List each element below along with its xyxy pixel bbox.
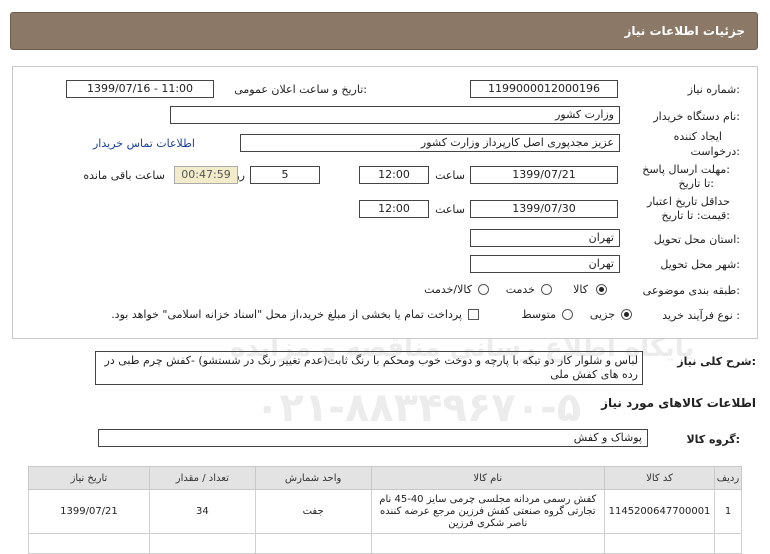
- process-radio-medium[interactable]: [562, 309, 573, 320]
- remaining-label: ساعت باقی مانده: [83, 169, 165, 182]
- description-box: لباس و شلوار کار دو تیکه با پارچه و دوخت…: [95, 351, 643, 385]
- category-label: طبقه بندی موضوعی:: [642, 284, 740, 297]
- header-row-number: ردیف: [714, 466, 742, 490]
- creator-label-1: ایجاد کننده: [673, 130, 722, 143]
- header-quantity: تعداد / مقدار: [148, 466, 256, 490]
- need-number-field: 1199000012000196: [470, 80, 618, 98]
- buyer-field: وزارت کشور: [170, 106, 620, 124]
- creator-label-2: درخواست:: [690, 145, 741, 158]
- deadline-time-label: ساعت: [435, 169, 465, 182]
- buyer-label: نام دستگاه خریدار:: [653, 110, 740, 123]
- deadline-label-2: تا تاریخ:: [678, 177, 714, 190]
- process-option-minor: جزیی: [589, 308, 615, 321]
- process-radio-minor[interactable]: [621, 309, 632, 320]
- days-field: 5: [250, 166, 320, 184]
- cell-need-date: 1399/07/21: [28, 489, 150, 534]
- cell-row-number: 1: [714, 489, 742, 534]
- header-need-date: تاریخ نیاز: [28, 466, 150, 490]
- process-label: نوع فرآیند خرید :: [662, 309, 740, 322]
- category-radio-service[interactable]: [541, 284, 552, 295]
- category-radio-goods[interactable]: [596, 284, 607, 295]
- contact-buyer-link[interactable]: اطلاعات تماس خریدار: [93, 137, 195, 150]
- header-unit: واحد شمارش: [254, 466, 372, 490]
- deadline-label-1: مهلت ارسال پاسخ:: [642, 163, 730, 176]
- page-header: جزئیات اطلاعات نیاز: [10, 12, 758, 50]
- header-item-code: کد کالا: [604, 466, 716, 490]
- province-field: تهران: [470, 229, 620, 247]
- announce-field: 1399/07/16 - 11:00: [66, 80, 214, 98]
- validity-date-field: 1399/07/30: [470, 200, 618, 218]
- category-option-service: خدمت: [505, 283, 535, 296]
- cell-item-name: کفش رسمی مردانه مجلسی چرمی سایز 40-45 نا…: [370, 489, 606, 534]
- cell-unit: جفت: [254, 489, 372, 534]
- items-table-header: ردیف کد کالا نام کالا واحد شمارش تعداد /…: [28, 466, 742, 490]
- goods-group-label: گروه کالا:: [686, 433, 740, 446]
- category-option-both: کالا/خدمت: [424, 283, 472, 296]
- table-row-partial: [28, 533, 742, 554]
- announce-label: تاریخ و ساعت اعلان عمومی:: [234, 83, 367, 96]
- category-radio-both[interactable]: [478, 284, 489, 295]
- validity-time-label: ساعت: [435, 203, 465, 216]
- items-table: ردیف کد کالا نام کالا واحد شمارش تعداد /…: [28, 466, 742, 554]
- goods-section-title: اطلاعات کالاهای مورد نیاز: [601, 396, 756, 410]
- need-number-label: شماره نیاز:: [687, 83, 740, 96]
- deadline-time-field: 12:00: [359, 166, 429, 184]
- page-title: جزئیات اطلاعات نیاز: [624, 24, 745, 38]
- goods-group-field: پوشاک و کفش: [98, 429, 648, 447]
- validity-label-1: حداقل تاریخ اعتبار: [646, 195, 730, 208]
- city-label: شهر محل تحویل:: [660, 258, 740, 271]
- province-label: استان محل تحویل:: [653, 233, 740, 246]
- treasury-payment-note: پرداخت تمام یا بخشی از مبلغ خرید،از محل …: [111, 308, 462, 321]
- cell-item-code: 1145200647700001: [604, 489, 716, 534]
- process-option-medium: متوسط: [521, 308, 556, 321]
- validity-time-field: 12:00: [359, 200, 429, 218]
- city-field: تهران: [470, 255, 620, 273]
- description-label: شرح کلی نیاز:: [677, 355, 756, 368]
- header-item-name: نام کالا: [370, 466, 606, 490]
- table-row[interactable]: 1 1145200647700001 کفش رسمی مردانه مجلسی…: [28, 489, 742, 534]
- remaining-time-field: 00:47:59: [174, 166, 238, 184]
- deadline-date-field: 1399/07/21: [470, 166, 618, 184]
- treasury-payment-checkbox[interactable]: [468, 309, 479, 320]
- creator-field: عزیز مجدپوری اصل کارپرداز وزارت کشور: [240, 134, 620, 152]
- cell-quantity: 34: [148, 489, 256, 534]
- category-option-goods: کالا: [573, 283, 588, 296]
- watermark-phone: ۰۲۱-۸۸۳۴۹۶۷۰-۵: [255, 385, 582, 431]
- validity-label-2: قیمت: تا تاریخ:: [661, 209, 730, 222]
